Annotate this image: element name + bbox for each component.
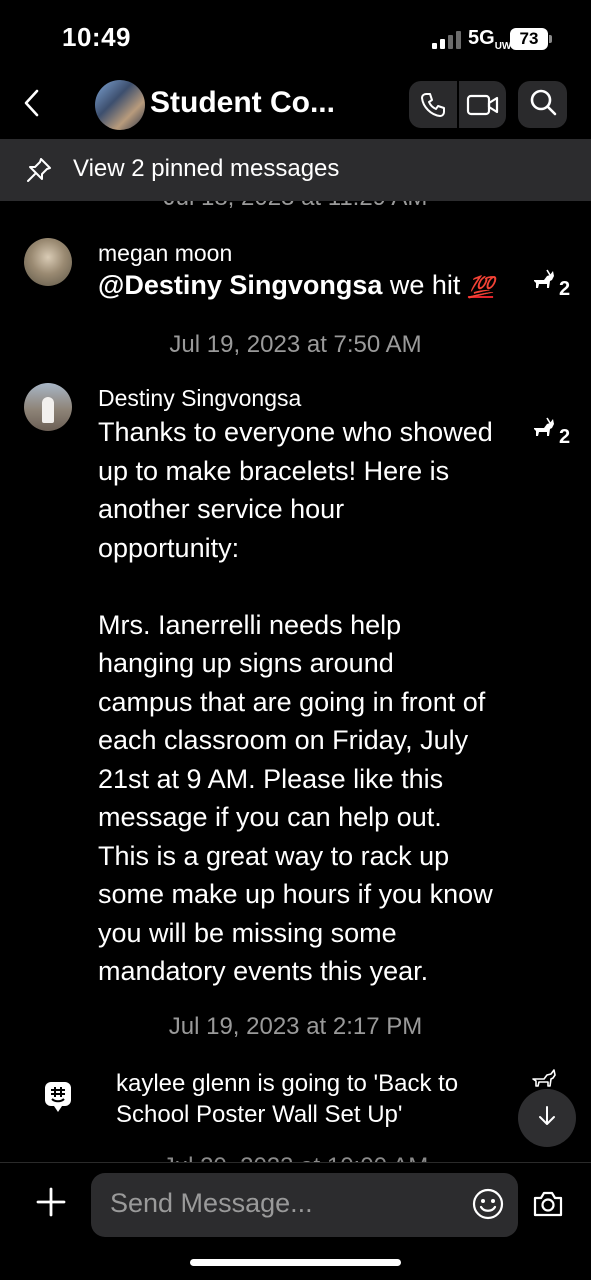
pinned-messages-label[interactable]: View 2 pinned messages (73, 155, 339, 183)
message-body[interactable]: Thanks to everyone who showed up to make… (98, 413, 528, 991)
message-line: you will be missing some (98, 917, 397, 948)
reaction-count: 2 (559, 426, 571, 448)
status-time: 10:49 (62, 22, 131, 52)
reaction-count: 2 (559, 278, 571, 300)
message-line: Mrs. Ianerrelli needs help (98, 609, 402, 640)
event-line: School Poster Wall Set Up' (116, 1101, 403, 1128)
home-indicator (190, 1259, 401, 1266)
reaction[interactable]: 2 (530, 268, 570, 301)
back-chevron-icon[interactable] (18, 88, 48, 118)
avatar-megan[interactable] (24, 238, 72, 286)
composer-divider (0, 1162, 591, 1163)
message-line: mandatory events this year. (98, 956, 429, 986)
message-line: each classroom on Friday, July (98, 725, 469, 755)
camera-icon[interactable] (532, 1189, 564, 1219)
timestamp: Jul 19, 2023 at 7:50 AM (169, 331, 422, 358)
battery-icon (549, 35, 552, 43)
chat-title[interactable]: Student Co... (150, 86, 335, 120)
timestamp-cut-top: Jul 18, 2023 at 11:29 AM (0, 201, 591, 215)
message-text: we hit (382, 270, 468, 300)
message-sender[interactable]: Destiny Singvongsa (98, 385, 301, 412)
goat-icon (530, 416, 558, 449)
message-line: some make up hours if you know (98, 879, 493, 909)
video-icon[interactable] (459, 81, 507, 128)
message-line: message if you can help out. (98, 802, 442, 832)
add-attachment-icon[interactable] (36, 1187, 66, 1217)
message-line: This is a great way to rack up (98, 840, 450, 871)
pin-icon (25, 156, 53, 184)
message-body[interactable]: @Destiny Singvongsa we hit 💯 (98, 266, 494, 308)
message-line: Thanks to everyone who showed (98, 417, 493, 447)
search-icon (529, 88, 557, 121)
message-line: campus that are going in front of (98, 686, 486, 717)
battery-level: 73 (510, 28, 548, 50)
reaction[interactable]: 2 (530, 416, 570, 449)
mention-link[interactable]: @Destiny Singvongsa (98, 270, 382, 300)
message-input-placeholder[interactable]: Send Message... (110, 1188, 313, 1219)
groupme-bot-icon (44, 1081, 72, 1113)
message-line: another service hour (98, 494, 345, 524)
message-line: hanging up signs around (98, 648, 394, 678)
goat-icon (530, 268, 558, 301)
event-line: kaylee glenn is going to 'Back to (116, 1070, 459, 1097)
message-line: 21st at 9 AM. Please like this (98, 763, 444, 794)
message-line: up to make bracelets! Here is (98, 455, 450, 486)
event-notice[interactable]: kaylee glenn is going to 'Back to School… (116, 1068, 458, 1130)
search-button[interactable] (518, 81, 567, 128)
signal-icon (432, 31, 466, 49)
network-indicator: 5GUW (468, 27, 511, 52)
timestamp: Jul 19, 2023 at 2:17 PM (168, 1013, 423, 1040)
network-sub: UW (494, 41, 512, 52)
message-line: opportunity: (98, 532, 240, 563)
group-avatar[interactable] (95, 80, 145, 130)
timestamp-text: Jul 18, 2023 at 11:29 AM (0, 201, 591, 212)
emoji-icon[interactable] (472, 1188, 504, 1220)
hundred-emoji: 💯 (467, 276, 494, 299)
message-line (98, 567, 528, 606)
network-label: 5G (468, 27, 495, 49)
phone-icon[interactable] (409, 81, 457, 128)
message-sender[interactable]: megan moon (98, 240, 232, 267)
avatar-destiny[interactable] (24, 383, 72, 431)
scroll-to-bottom-button[interactable] (518, 1089, 576, 1147)
arrow-down-icon (537, 1105, 557, 1132)
